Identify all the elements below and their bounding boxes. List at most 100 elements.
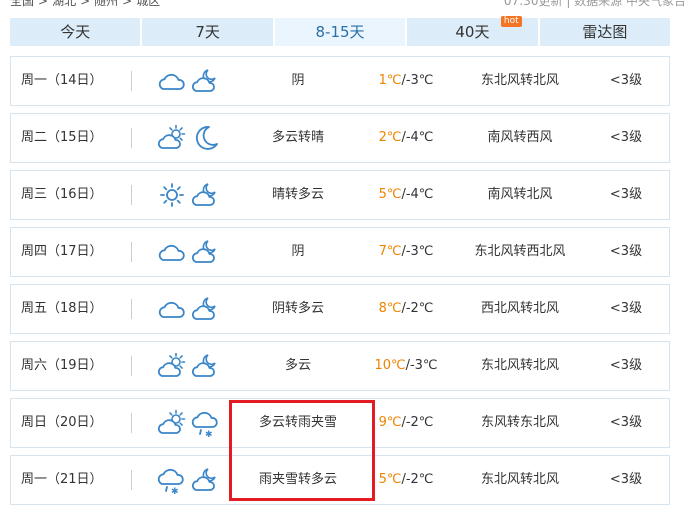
forecast-row: 周四（17日） 阴 7℃/-3℃ 东北风转西北风 <3级: [10, 227, 670, 277]
tab-label: 7天: [195, 23, 220, 41]
tab-2[interactable]: 8-15天: [274, 18, 406, 46]
temperature: 7℃/-3℃: [361, 228, 451, 276]
divider: [131, 71, 132, 91]
moon-cloud-icon: [191, 297, 216, 320]
low-temp: /-2℃: [401, 301, 434, 316]
low-temp: /-3℃: [405, 358, 438, 373]
wind-level: <3级: [609, 358, 643, 373]
wind-direction: 东北风转北风: [480, 73, 559, 88]
moon-cloud-icon: [191, 354, 216, 377]
moon-cloud-icon: [191, 240, 216, 263]
weather-icons: [157, 228, 229, 276]
breadcrumb-item[interactable]: 湖北: [52, 0, 76, 8]
temperature: 2℃/-4℃: [361, 114, 451, 162]
wind-direction: 南风转北风: [487, 187, 553, 202]
moon-cloud-icon: [191, 183, 216, 206]
low-temp: /-4℃: [401, 187, 434, 202]
tab-0[interactable]: 今天: [10, 18, 141, 46]
update-source-text: 07:30更新 | 数据来源 中央气象台: [503, 0, 686, 8]
weather-desc: 多云: [284, 358, 311, 373]
temperature: 1℃/-3℃: [361, 57, 451, 105]
weather-icons: [157, 114, 229, 162]
sun-icon: [160, 183, 184, 207]
highlight-box: [229, 400, 375, 501]
cloud-icon: [158, 301, 185, 318]
sun-cloud-icon: [157, 409, 186, 434]
forecast-tabs: 今天 7天 8-15天 40天 hot 雷达图: [10, 16, 671, 46]
moon-icon: [195, 126, 218, 150]
wind-direction: 西北风转北风: [480, 301, 559, 316]
wind-level: <3级: [609, 73, 643, 88]
day-label: 周二（15日）: [21, 130, 103, 145]
breadcrumb-item[interactable]: 城区: [136, 0, 160, 8]
forecast-row: 周六（19日） 多云 10℃/-3℃ 东北风转北风 <3级: [10, 341, 670, 391]
divider: [131, 470, 132, 490]
high-temp: 8℃: [378, 301, 402, 316]
weather-icons: [157, 285, 229, 333]
breadcrumb-separator: >: [38, 0, 49, 8]
wind-level: <3级: [609, 130, 643, 145]
wind-level: <3级: [609, 244, 643, 259]
temperature: 10℃/-3℃: [361, 342, 451, 390]
divider: [131, 356, 132, 376]
cloud-icon: [158, 73, 185, 90]
forecast-row: 周五（18日） 阴转多云 8℃/-2℃ 西北风转北风 <3级: [10, 284, 670, 334]
sleet-icon: ✱: [191, 411, 218, 438]
weather-icons: ✱: [157, 456, 229, 504]
day-label: 周六（19日）: [21, 358, 103, 373]
weather-desc: 阴: [291, 244, 305, 259]
weather-icons: [157, 57, 229, 105]
high-temp: 1℃: [378, 73, 402, 88]
low-temp: /-4℃: [401, 130, 434, 145]
breadcrumb-item[interactable]: 全国: [10, 0, 34, 8]
weather-icons: ✱: [157, 399, 229, 447]
divider: [131, 128, 132, 148]
forecast-row: 周一（14日） 阴 1℃/-3℃ 东北风转北风 <3级: [10, 56, 670, 106]
tab-1[interactable]: 7天: [142, 18, 273, 46]
high-temp: 5℃: [378, 187, 402, 202]
high-temp: 10℃: [374, 358, 406, 373]
weather-desc: 晴转多云: [271, 187, 324, 202]
high-temp: 5℃: [378, 472, 402, 487]
weather-desc: 多云转晴: [271, 130, 324, 145]
divider: [131, 413, 132, 433]
high-temp: 2℃: [378, 130, 402, 145]
moon-cloud-icon: [191, 69, 216, 92]
tab-4[interactable]: 雷达图: [539, 18, 671, 46]
wind-direction: 东北风转西北风: [474, 244, 566, 259]
high-temp: 7℃: [378, 244, 402, 259]
svg-text:✱: ✱: [171, 487, 179, 495]
day-label: 周一（14日）: [21, 73, 103, 88]
tab-label: 今天: [60, 23, 91, 41]
low-temp: /-2℃: [401, 472, 434, 487]
divider: [131, 242, 132, 262]
breadcrumb: 全国 > 湖北 > 随州 > 城区: [10, 0, 164, 8]
wind-direction: 南风转西风: [487, 130, 553, 145]
day-label: 周四（17日）: [21, 244, 103, 259]
day-label: 周日（20日）: [21, 415, 103, 430]
sun-cloud-icon: [157, 124, 186, 149]
temperature: 5℃/-4℃: [361, 171, 451, 219]
wind-level: <3级: [609, 187, 643, 202]
low-temp: /-2℃: [401, 415, 434, 430]
weather-desc: 阴转多云: [271, 301, 324, 316]
svg-text:✱: ✱: [205, 430, 213, 438]
tab-3[interactable]: 40天 hot: [407, 16, 538, 46]
divider: [131, 185, 132, 205]
breadcrumb-item[interactable]: 随州: [94, 0, 118, 8]
low-temp: /-3℃: [401, 244, 434, 259]
wind-level: <3级: [609, 301, 643, 316]
high-temp: 9℃: [378, 415, 402, 430]
sleet-icon: ✱: [157, 468, 184, 495]
tab-label: 40天: [455, 23, 490, 41]
day-label: 周一（21日）: [21, 472, 103, 487]
hot-badge: hot: [500, 16, 522, 27]
breadcrumb-separator: >: [122, 0, 133, 8]
day-label: 周五（18日）: [21, 301, 103, 316]
wind-direction: 东北风转北风: [480, 358, 559, 373]
breadcrumb-separator: >: [80, 0, 91, 8]
moon-cloud-icon: [191, 468, 216, 491]
temperature: 8℃/-2℃: [361, 285, 451, 333]
wind-direction: 东风转东北风: [480, 415, 559, 430]
tab-label: 8-15天: [315, 23, 365, 41]
